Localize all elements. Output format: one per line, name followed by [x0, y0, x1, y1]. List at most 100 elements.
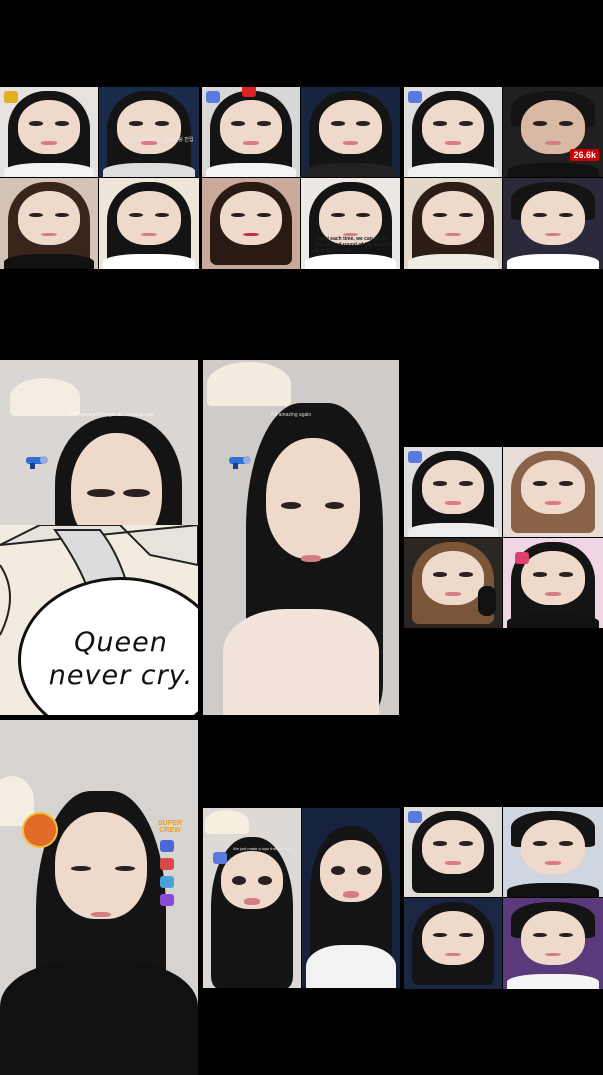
stream-cell[interactable]	[404, 447, 502, 537]
mouth	[445, 141, 461, 145]
stream-grid-2[interactable]: Ganai each time, we can go to the second…	[202, 87, 400, 269]
gift-icon	[408, 451, 422, 463]
badge-icon	[515, 552, 529, 564]
mouth	[445, 501, 461, 505]
eye	[458, 481, 473, 486]
stream-cell[interactable]: Oh how much longer do I have to wait	[0, 360, 198, 525]
eye	[458, 572, 473, 577]
stream-cell[interactable]	[99, 178, 199, 269]
stream-cell[interactable]: Ganai each time, we can go to the second…	[301, 178, 400, 269]
mouth	[41, 232, 57, 237]
water-gun-icon	[26, 456, 48, 469]
gift-icon	[408, 91, 422, 103]
eye	[54, 212, 69, 218]
eye	[256, 121, 271, 126]
stream-grid-3[interactable]: 26.6k	[404, 87, 603, 269]
mouth	[445, 592, 461, 596]
shoulders	[507, 882, 599, 897]
stream-grid-4[interactable]	[404, 447, 603, 628]
eye	[356, 865, 371, 875]
stream-cell[interactable]	[404, 807, 502, 897]
eye	[231, 121, 246, 126]
face	[17, 99, 81, 154]
eye	[533, 212, 547, 218]
eye	[458, 212, 473, 218]
stream-cell[interactable]	[503, 538, 603, 628]
face	[521, 910, 585, 966]
stream-grid-1[interactable]: 장 터치 ALT터 - 65K 배팅 진입	[0, 87, 199, 269]
shoulders	[507, 974, 599, 989]
stream-tall[interactable]: It's amazing again	[203, 360, 399, 715]
mouth	[445, 952, 461, 957]
stream-large[interactable]: SUPER CREW	[0, 720, 198, 1075]
gift-icon	[213, 852, 227, 864]
stream-cell[interactable]	[302, 808, 400, 988]
stream-cell[interactable]	[202, 87, 300, 177]
stream-grid-5[interactable]: We just made a toys that you can	[203, 808, 400, 988]
water-gun-icon	[229, 456, 251, 469]
eye	[54, 121, 69, 126]
stream-cell[interactable]	[0, 87, 98, 177]
face	[117, 99, 181, 154]
mouth	[545, 501, 561, 505]
eye	[559, 841, 573, 846]
mouth	[545, 232, 561, 237]
shoulders	[507, 613, 599, 628]
stream-cell[interactable]	[301, 87, 400, 177]
shoulders	[407, 254, 499, 269]
stream-cell[interactable]	[404, 87, 502, 177]
stream-cell[interactable]	[404, 898, 502, 989]
face	[219, 190, 283, 246]
eye	[433, 841, 448, 846]
super-crew-label: SUPER CREW	[157, 820, 183, 834]
stream-cell[interactable]	[503, 178, 603, 269]
status-caption: 장 터치 ALT터 - 65K 배팅 진입	[129, 137, 194, 143]
stream-cell[interactable]	[503, 807, 603, 897]
eye	[331, 865, 346, 875]
eye	[87, 488, 115, 497]
eye	[330, 212, 345, 218]
eye	[433, 481, 448, 486]
crew-icon	[160, 876, 174, 888]
speech-text-line-2: never cry.	[48, 660, 194, 691]
eye	[433, 572, 448, 577]
stream-cell[interactable]: We just made a toys that you can	[203, 808, 301, 988]
small-caption: We just made a toys that you can	[233, 846, 293, 851]
mouth	[41, 141, 57, 145]
eye	[458, 841, 473, 846]
super-crew-panel: SUPER CREW	[148, 820, 192, 906]
stream-cell[interactable]	[503, 898, 603, 989]
eye	[155, 121, 169, 126]
stream-cell[interactable]	[404, 538, 502, 628]
eye	[29, 212, 44, 218]
shoulders	[304, 254, 397, 269]
shoulders	[205, 162, 297, 177]
eye	[129, 121, 143, 126]
sticker-emblem	[22, 812, 58, 848]
mouth	[445, 232, 461, 237]
shoulders	[0, 961, 198, 1075]
face	[421, 910, 485, 966]
face	[219, 99, 283, 154]
stream-cell[interactable]: 장 터치 ALT터 - 65K 배팅 진입	[99, 87, 199, 177]
stream-with-comic[interactable]: Oh how much longer do I have to wait Que…	[0, 360, 198, 715]
stream-cell[interactable]	[0, 178, 98, 269]
face	[421, 99, 485, 154]
eye	[256, 212, 271, 218]
shoulders	[407, 522, 499, 537]
microphone-icon	[478, 586, 496, 616]
eye	[533, 932, 547, 938]
face	[421, 190, 485, 246]
gift-icon	[206, 91, 220, 103]
eye	[559, 932, 573, 938]
stream-grid-6[interactable]	[404, 807, 603, 989]
shoulders	[103, 162, 195, 177]
eye	[559, 572, 573, 577]
face	[265, 438, 360, 559]
shoulders	[222, 608, 380, 715]
stream-cell[interactable]: 26.6k	[503, 87, 603, 177]
stream-cell[interactable]	[404, 178, 502, 269]
comic-panel: Queen never cry.	[0, 525, 198, 715]
stream-cell[interactable]	[202, 178, 300, 269]
stream-cell[interactable]	[503, 447, 603, 537]
